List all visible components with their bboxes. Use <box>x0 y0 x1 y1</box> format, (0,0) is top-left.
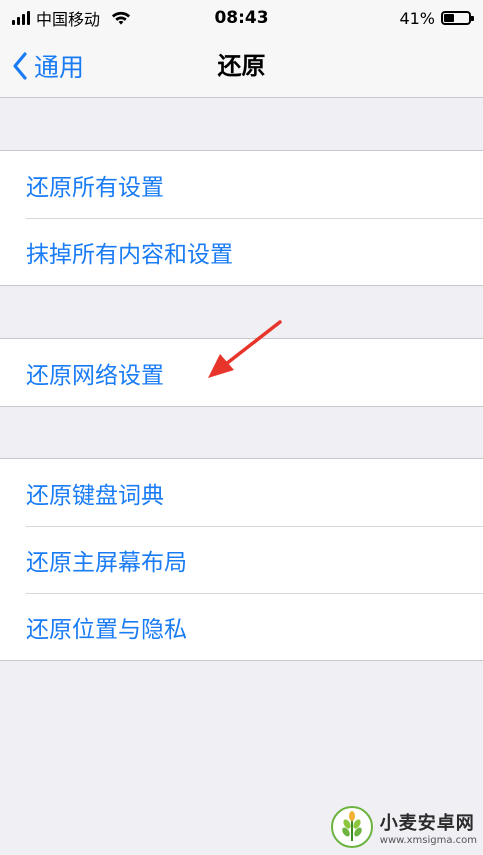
row-label: 还原所有设置 <box>26 174 164 201</box>
status-right: 41% <box>399 8 474 28</box>
battery-level-fill <box>444 14 454 22</box>
row-label: 还原位置与隐私 <box>26 616 187 643</box>
status-left: 中国移动 <box>12 6 132 30</box>
wifi-icon <box>111 11 131 25</box>
settings-group-1: 还原所有设置 抹掉所有内容和设置 <box>0 150 483 286</box>
row-label: 还原主屏幕布局 <box>26 549 187 576</box>
battery-icon <box>441 11 474 25</box>
battery-percent: 41% <box>399 8 435 28</box>
watermark: 小麦安卓网 www.xmsigma.com <box>330 805 477 849</box>
watermark-name: 小麦安卓网 <box>379 812 475 834</box>
carrier-name: 中国移动 <box>36 10 101 29</box>
reset-home-screen-layout-row[interactable]: 还原主屏幕布局 <box>0 526 483 593</box>
red-arrow-icon <box>208 320 282 378</box>
erase-all-content-row[interactable]: 抹掉所有内容和设置 <box>0 218 483 285</box>
watermark-url: www.xmsigma.com <box>379 834 477 846</box>
settings-group-3: 还原键盘词典 还原主屏幕布局 还原位置与隐私 <box>0 458 483 661</box>
row-label: 还原键盘词典 <box>26 482 164 509</box>
row-label: 还原网络设置 <box>26 362 164 389</box>
page-title: 还原 <box>217 52 266 80</box>
status-bar: 中国移动 08:43 41% <box>0 0 483 36</box>
cellular-signal-icon <box>12 11 30 25</box>
reset-keyboard-dictionary-row[interactable]: 还原键盘词典 <box>0 459 483 526</box>
wheat-logo-icon <box>330 806 373 848</box>
navigation-bar: 通用 还原 <box>0 36 483 98</box>
row-label: 抹掉所有内容和设置 <box>26 241 233 268</box>
watermark-text: 小麦安卓网 www.xmsigma.com <box>380 809 477 846</box>
reset-all-settings-row[interactable]: 还原所有设置 <box>0 151 483 218</box>
reset-location-privacy-row[interactable]: 还原位置与隐私 <box>0 593 483 660</box>
